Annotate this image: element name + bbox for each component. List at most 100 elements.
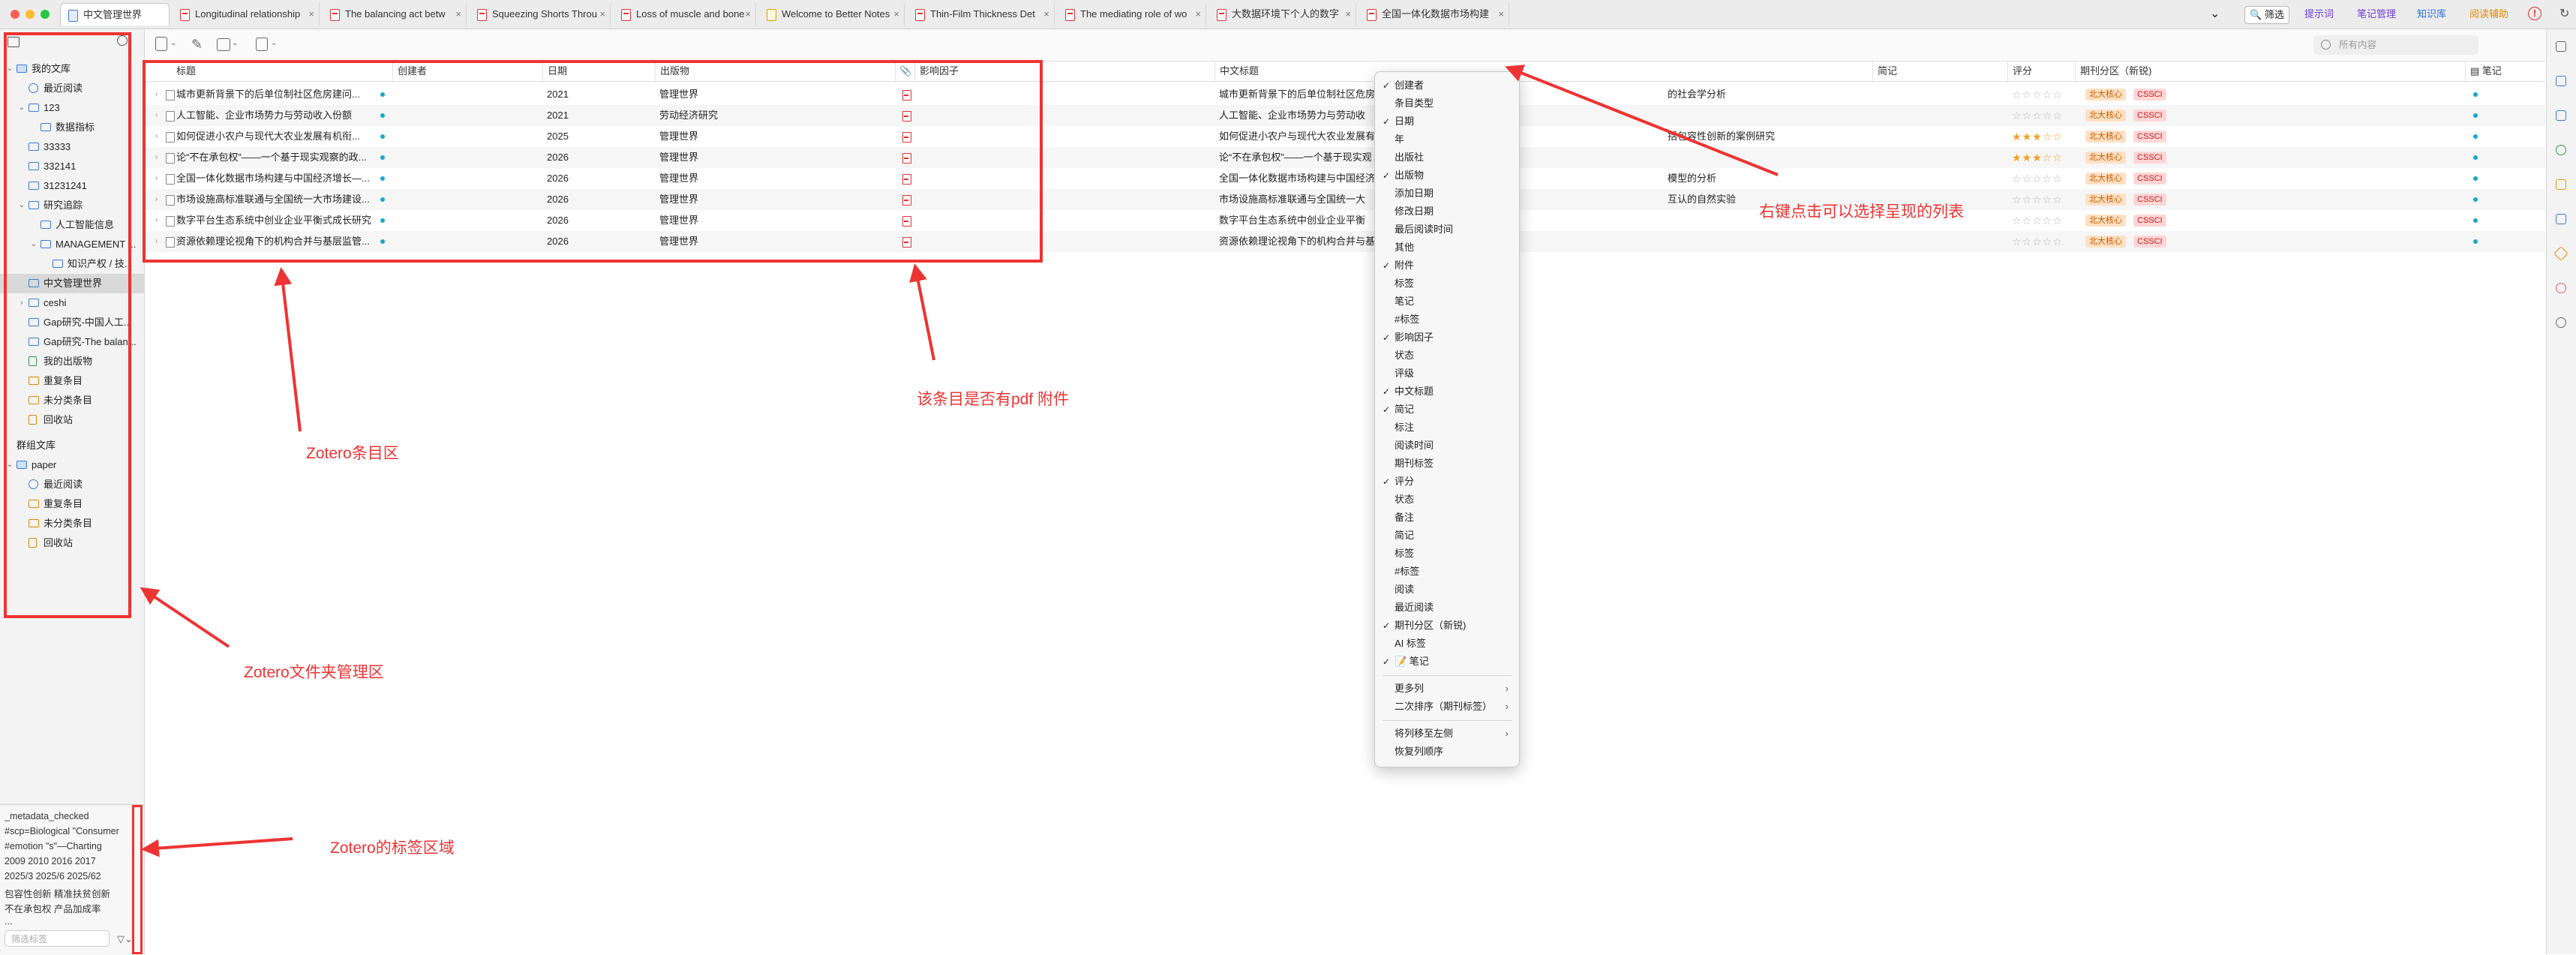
close-tab-icon[interactable]: × <box>308 3 314 26</box>
minimize-window-button[interactable] <box>26 10 35 19</box>
search-input[interactable]: 所有内容 <box>2313 35 2478 55</box>
menu-item-more-columns[interactable]: 更多列 › <box>1375 680 1519 698</box>
menu-item-column[interactable]: ✓ 附件 <box>1375 257 1519 275</box>
menu-item-column[interactable]: ✓ 评分 <box>1375 473 1519 491</box>
menu-item-column[interactable]: 状态 <box>1375 491 1519 509</box>
reading-assist-button[interactable]: 阅读辅助 <box>2465 6 2513 23</box>
notes-management-button[interactable]: 笔记管理 <box>2352 6 2400 23</box>
tag-chip-line[interactable]: 2009 2010 2016 2017 <box>5 856 96 866</box>
close-tab-icon[interactable]: × <box>1345 3 1351 26</box>
new-note-icon[interactable] <box>256 38 268 51</box>
rating-stars[interactable]: ☆☆☆☆☆ <box>2012 210 2063 231</box>
menu-item-column[interactable]: 修改日期 <box>1375 203 1519 221</box>
tab-3[interactable]: Squeezing Shorts Throu × <box>470 3 611 26</box>
menu-item-column[interactable]: 简记 <box>1375 527 1519 545</box>
tab-4[interactable]: Loss of muscle and bone × <box>614 3 756 26</box>
new-item-dropdown-icon[interactable]: ⌄ <box>170 39 176 47</box>
tab-5[interactable]: Welcome to Better Notes × <box>759 3 905 26</box>
close-tab-icon[interactable]: × <box>599 3 605 26</box>
menu-item-column[interactable]: 笔记 <box>1375 293 1519 311</box>
tag-actions-icon[interactable]: ▽⌄ <box>117 933 133 945</box>
menu-item-column[interactable]: ✓ 影响因子 <box>1375 329 1519 347</box>
menu-item-column[interactable]: 备注 <box>1375 509 1519 527</box>
menu-item-column[interactable]: ✓ 创建者 <box>1375 77 1519 95</box>
close-tab-icon[interactable]: × <box>1498 3 1504 26</box>
menu-item-column[interactable]: 标签 <box>1375 545 1519 563</box>
close-tab-icon[interactable]: × <box>1195 3 1201 26</box>
menu-item-column[interactable]: #标签 <box>1375 311 1519 329</box>
rating-stars[interactable]: ☆☆☆☆☆ <box>2012 84 2063 105</box>
attachments-section-icon[interactable] <box>2556 110 2566 121</box>
close-window-button[interactable] <box>11 10 20 19</box>
rating-stars[interactable]: ☆☆☆☆☆ <box>2012 231 2063 252</box>
menu-item-move-left[interactable]: 将列移至左侧 › <box>1375 725 1519 743</box>
close-tab-icon[interactable]: × <box>745 3 751 26</box>
new-item-icon[interactable] <box>155 37 167 51</box>
rating-stars[interactable]: ☆☆☆☆☆ <box>2012 105 2063 126</box>
tag-chip-line[interactable]: #scp=Biological "Consumer <box>5 826 119 836</box>
menu-item-column[interactable]: 阅读 <box>1375 581 1519 599</box>
tab-1[interactable]: Longitudinal relationship × <box>173 3 320 26</box>
tag-chip-line[interactable]: ... <box>5 916 12 926</box>
menu-item-column[interactable]: #标签 <box>1375 563 1519 581</box>
menu-item-column[interactable]: 最后阅读时间 <box>1375 221 1519 239</box>
menu-item-column[interactable]: ✓ 日期 <box>1375 113 1519 131</box>
links-section-icon[interactable] <box>2556 283 2566 293</box>
tab-list-dropdown[interactable]: ⌄ <box>2205 6 2224 23</box>
magic-wand-icon[interactable]: ✎ <box>191 37 206 52</box>
libraries-section-icon[interactable] <box>2556 214 2566 224</box>
prompt-button[interactable]: 提示词 <box>2300 6 2338 23</box>
menu-item-column[interactable]: AI 标签 <box>1375 635 1519 653</box>
menu-item-column[interactable]: 期刊标签 <box>1375 455 1519 473</box>
tag-filter-input[interactable]: 筛选标签 <box>5 930 110 947</box>
menu-item-column[interactable]: 条目类型 <box>1375 95 1519 113</box>
rating-stars[interactable]: ☆☆☆☆☆ <box>2012 168 2063 189</box>
menu-item-column[interactable]: 标注 <box>1375 419 1519 437</box>
zoom-window-button[interactable] <box>41 10 50 19</box>
tag-chip-line[interactable]: 包容性创新 精准扶贫创新 <box>5 886 110 900</box>
tab-2[interactable]: The balancing act betw × <box>323 3 467 26</box>
column-header-journal-zone[interactable]: 期刊分区（新锐) <box>2075 62 2465 81</box>
menu-item-column[interactable]: 其他 <box>1375 239 1519 257</box>
filter-button[interactable]: 🔍 筛选 <box>2244 6 2289 24</box>
tag-chip-line[interactable]: 2025/3 2025/6 2025/62 <box>5 871 101 881</box>
sync-icon[interactable]: ↻ <box>2555 6 2574 23</box>
close-tab-icon[interactable]: × <box>1043 3 1049 26</box>
knowledge-base-button[interactable]: 知识库 <box>2412 6 2451 23</box>
tag-chip-line[interactable]: #emotion "s"—Charting <box>5 841 102 851</box>
attachment-dropdown-icon[interactable]: ⌄ <box>232 39 238 47</box>
rating-stars[interactable]: ★★★☆☆ <box>2012 126 2063 147</box>
tab-7[interactable]: The mediating role of wo × <box>1058 3 1206 26</box>
abstract-section-icon[interactable] <box>2556 76 2566 86</box>
tab-6[interactable]: Thin-Film Thickness Det × <box>908 3 1055 26</box>
tag-chip-line[interactable]: 不在承包权 产品加成率 <box>5 901 101 915</box>
new-note-dropdown-icon[interactable]: ⌄ <box>271 39 277 47</box>
column-header-abstract-note[interactable]: 简记 <box>1872 62 2007 81</box>
tab-9[interactable]: 全国一体化数据市场构建 × <box>1359 3 1509 26</box>
alert-icon[interactable]: ! <box>2528 7 2541 20</box>
menu-item-column[interactable]: ✓ 📝 笔记 <box>1375 653 1519 671</box>
tab-0[interactable]: 中文管理世界 <box>60 3 170 26</box>
menu-item-column[interactable]: 状态 <box>1375 347 1519 365</box>
locate-section-icon[interactable] <box>2556 317 2566 328</box>
rating-stars[interactable]: ☆☆☆☆☆ <box>2012 189 2063 210</box>
related-section-icon[interactable] <box>2556 145 2566 155</box>
menu-item-column[interactable]: 评级 <box>1375 365 1519 383</box>
menu-item-column[interactable]: 阅读时间 <box>1375 437 1519 455</box>
menu-item-column[interactable]: 年 <box>1375 131 1519 149</box>
menu-item-secondary-sort[interactable]: 二次排序（期刊标签） › <box>1375 698 1519 716</box>
column-header-rating[interactable]: 评分 <box>2007 62 2075 81</box>
tab-8[interactable]: 大数据环境下个人的数字 × <box>1209 3 1356 26</box>
menu-item-column[interactable]: ✓ 简记 <box>1375 401 1519 419</box>
menu-item-column[interactable]: ✓ 出版物 <box>1375 167 1519 185</box>
close-tab-icon[interactable]: × <box>893 3 899 26</box>
rating-stars[interactable]: ★★★☆☆ <box>2012 147 2063 168</box>
menu-item-column[interactable]: 出版社 <box>1375 149 1519 167</box>
attachment-add-icon[interactable] <box>217 38 230 51</box>
notes-section-icon[interactable] <box>2556 179 2566 190</box>
tags-section-icon[interactable] <box>2553 246 2568 261</box>
menu-item-column[interactable]: ✓ 期刊分区（新锐) <box>1375 617 1519 635</box>
close-tab-icon[interactable]: × <box>455 3 461 26</box>
menu-item-column[interactable]: 最近阅读 <box>1375 599 1519 617</box>
menu-item-column[interactable]: ✓ 中文标题 <box>1375 383 1519 401</box>
